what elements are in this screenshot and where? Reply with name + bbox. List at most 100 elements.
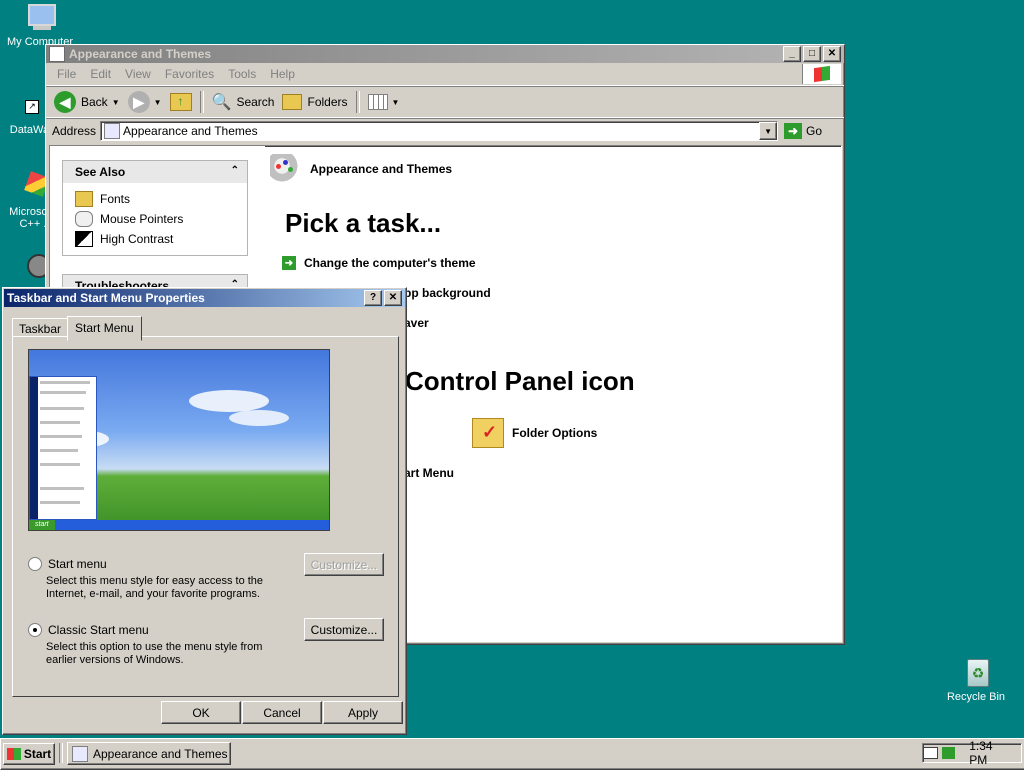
explorer-titlebar[interactable]: Appearance and Themes _ □ ✕: [46, 45, 844, 63]
window-title: Appearance and Themes: [69, 47, 212, 61]
address-bar: Address Appearance and Themes ▼ ➜ Go: [46, 118, 844, 143]
menu-tools[interactable]: Tools: [221, 67, 263, 81]
preview-taskbar: start: [29, 520, 329, 530]
tab-start-menu[interactable]: Start Menu: [67, 316, 142, 341]
taskbar-button-appearance-themes[interactable]: Appearance and Themes: [67, 742, 231, 765]
see-also-label: High Contrast: [100, 232, 174, 246]
start-menu-tab-panel: start Start menu Select this menu style …: [12, 336, 399, 697]
see-also-label: Mouse Pointers: [100, 212, 184, 226]
maximize-button[interactable]: □: [803, 46, 821, 62]
keyboard-icon[interactable]: [923, 747, 939, 759]
search-button[interactable]: 🔍 Search: [208, 89, 279, 115]
cancel-button[interactable]: Cancel: [242, 701, 322, 724]
desktop-icon-recycle-bin[interactable]: ♻ Recycle Bin: [936, 657, 1016, 703]
taskbar-properties-dialog[interactable]: Taskbar and Start Menu Properties ? ✕ Ta…: [2, 287, 407, 735]
task-label: aver: [404, 316, 429, 330]
start-button[interactable]: Start: [3, 743, 55, 765]
search-label: Search: [236, 95, 275, 109]
radio-start-menu[interactable]: Start menu: [28, 557, 107, 571]
customize-classic-button[interactable]: Customize...: [304, 618, 384, 641]
pick-icon-heading: Control Panel icon: [405, 366, 635, 396]
radio-button-unselected[interactable]: [28, 557, 42, 571]
go-label: Go: [806, 124, 823, 138]
category-title: Appearance and Themes: [310, 162, 453, 176]
menu-favorites[interactable]: Favorites: [158, 67, 221, 81]
address-label: Address: [52, 124, 97, 138]
radio-classic-start-menu[interactable]: Classic Start menu: [28, 623, 149, 637]
menu-file[interactable]: File: [50, 67, 83, 81]
help-button[interactable]: ?: [364, 290, 382, 306]
address-input[interactable]: Appearance and Themes ▼: [100, 121, 779, 141]
search-icon: 🔍: [211, 94, 232, 111]
folders-label: Folders: [307, 95, 348, 109]
windows-logo-icon: [802, 64, 841, 84]
network-icon[interactable]: [942, 747, 956, 759]
forward-arrow-icon: ▶: [127, 91, 150, 113]
folder-options-label: Folder Options: [512, 426, 598, 440]
chevron-down-icon[interactable]: ▼: [759, 122, 778, 140]
close-button[interactable]: ✕: [384, 290, 402, 306]
forward-button[interactable]: ▶ ▼: [124, 89, 166, 115]
see-also-header[interactable]: See Also ⌃: [63, 161, 247, 183]
see-also-title: See Also: [75, 165, 126, 179]
appearance-themes-icon: [270, 154, 300, 184]
preview-start-button: start: [29, 520, 55, 530]
apply-button[interactable]: Apply: [323, 701, 403, 724]
go-button[interactable]: ➜ Go: [784, 123, 822, 139]
start-menu-preview-image: start: [28, 349, 330, 531]
collapse-chevron-icon[interactable]: ⌃: [231, 165, 239, 176]
customize-start-menu-button[interactable]: Customize...: [304, 553, 384, 576]
mouse-icon: [75, 211, 93, 227]
up-folder-button[interactable]: ↑: [166, 89, 196, 115]
task-screen-saver[interactable]: aver: [404, 316, 429, 330]
views-icon: [367, 94, 388, 110]
system-tray: 1:34 PM: [922, 739, 1022, 767]
radio-label: Classic Start menu: [48, 623, 149, 637]
address-value: Appearance and Themes: [123, 124, 258, 138]
ok-button[interactable]: OK: [161, 701, 241, 724]
task-label: Change the computer's theme: [304, 256, 476, 270]
control-panel-icon: [104, 123, 121, 139]
dialog-title: Taskbar and Start Menu Properties: [7, 291, 205, 305]
desktop-icon-label: Recycle Bin: [946, 691, 1006, 703]
taskbar-start-menu-link[interactable]: art Menu: [404, 466, 454, 480]
toolbar: ◀ Back ▼ ▶ ▼ ↑ 🔍 Search Folders ▼: [46, 86, 844, 118]
folder-options-link[interactable]: ✓ Folder Options: [472, 418, 597, 448]
back-button[interactable]: ◀ Back ▼: [50, 89, 124, 115]
folder-up-icon: ↑: [169, 93, 192, 111]
see-also-label: Fonts: [100, 192, 131, 206]
see-also-item-mouse-pointers[interactable]: Mouse Pointers: [63, 209, 247, 229]
menu-view[interactable]: View: [118, 67, 158, 81]
see-also-box: See Also ⌃ Fonts Mouse Pointers High Con…: [62, 160, 248, 256]
see-also-item-high-contrast[interactable]: High Contrast: [63, 229, 247, 249]
preview-start-menu: [29, 376, 97, 520]
chevron-down-icon[interactable]: ▼: [112, 98, 120, 107]
dialog-titlebar[interactable]: Taskbar and Start Menu Properties ? ✕: [4, 289, 405, 307]
chevron-down-icon[interactable]: ▼: [392, 98, 400, 107]
views-button[interactable]: ▼: [364, 89, 404, 115]
task-change-theme[interactable]: ➜ Change the computer's theme: [282, 256, 476, 270]
task-desktop-background[interactable]: pp background: [404, 286, 491, 300]
menu-edit[interactable]: Edit: [83, 67, 118, 81]
control-panel-icon: [72, 745, 88, 762]
radio-label: Start menu: [48, 557, 107, 571]
desktop-icon-my-computer[interactable]: My Computer: [0, 2, 80, 48]
toolbar-separator: [355, 91, 360, 113]
menu-help[interactable]: Help: [263, 67, 302, 81]
chevron-down-icon[interactable]: ▼: [154, 98, 162, 107]
see-also-item-fonts[interactable]: Fonts: [63, 189, 247, 209]
back-label: Back: [81, 95, 108, 109]
start-label: Start: [23, 747, 52, 761]
toolbar-separator: [199, 91, 204, 113]
radio-button-selected[interactable]: [28, 623, 42, 637]
minimize-button[interactable]: _: [783, 46, 801, 62]
green-arrow-icon: ➜: [282, 256, 296, 270]
task-label: pp background: [404, 286, 491, 300]
close-button[interactable]: ✕: [823, 46, 841, 62]
clock[interactable]: 1:34 PM: [969, 739, 1011, 767]
menu-bar: File Edit View Favorites Tools Help: [46, 63, 844, 86]
folders-button[interactable]: Folders: [278, 89, 351, 115]
fonts-folder-icon: [75, 191, 93, 207]
high-contrast-icon: [75, 231, 93, 247]
pick-task-heading: Pick a task...: [285, 208, 442, 238]
